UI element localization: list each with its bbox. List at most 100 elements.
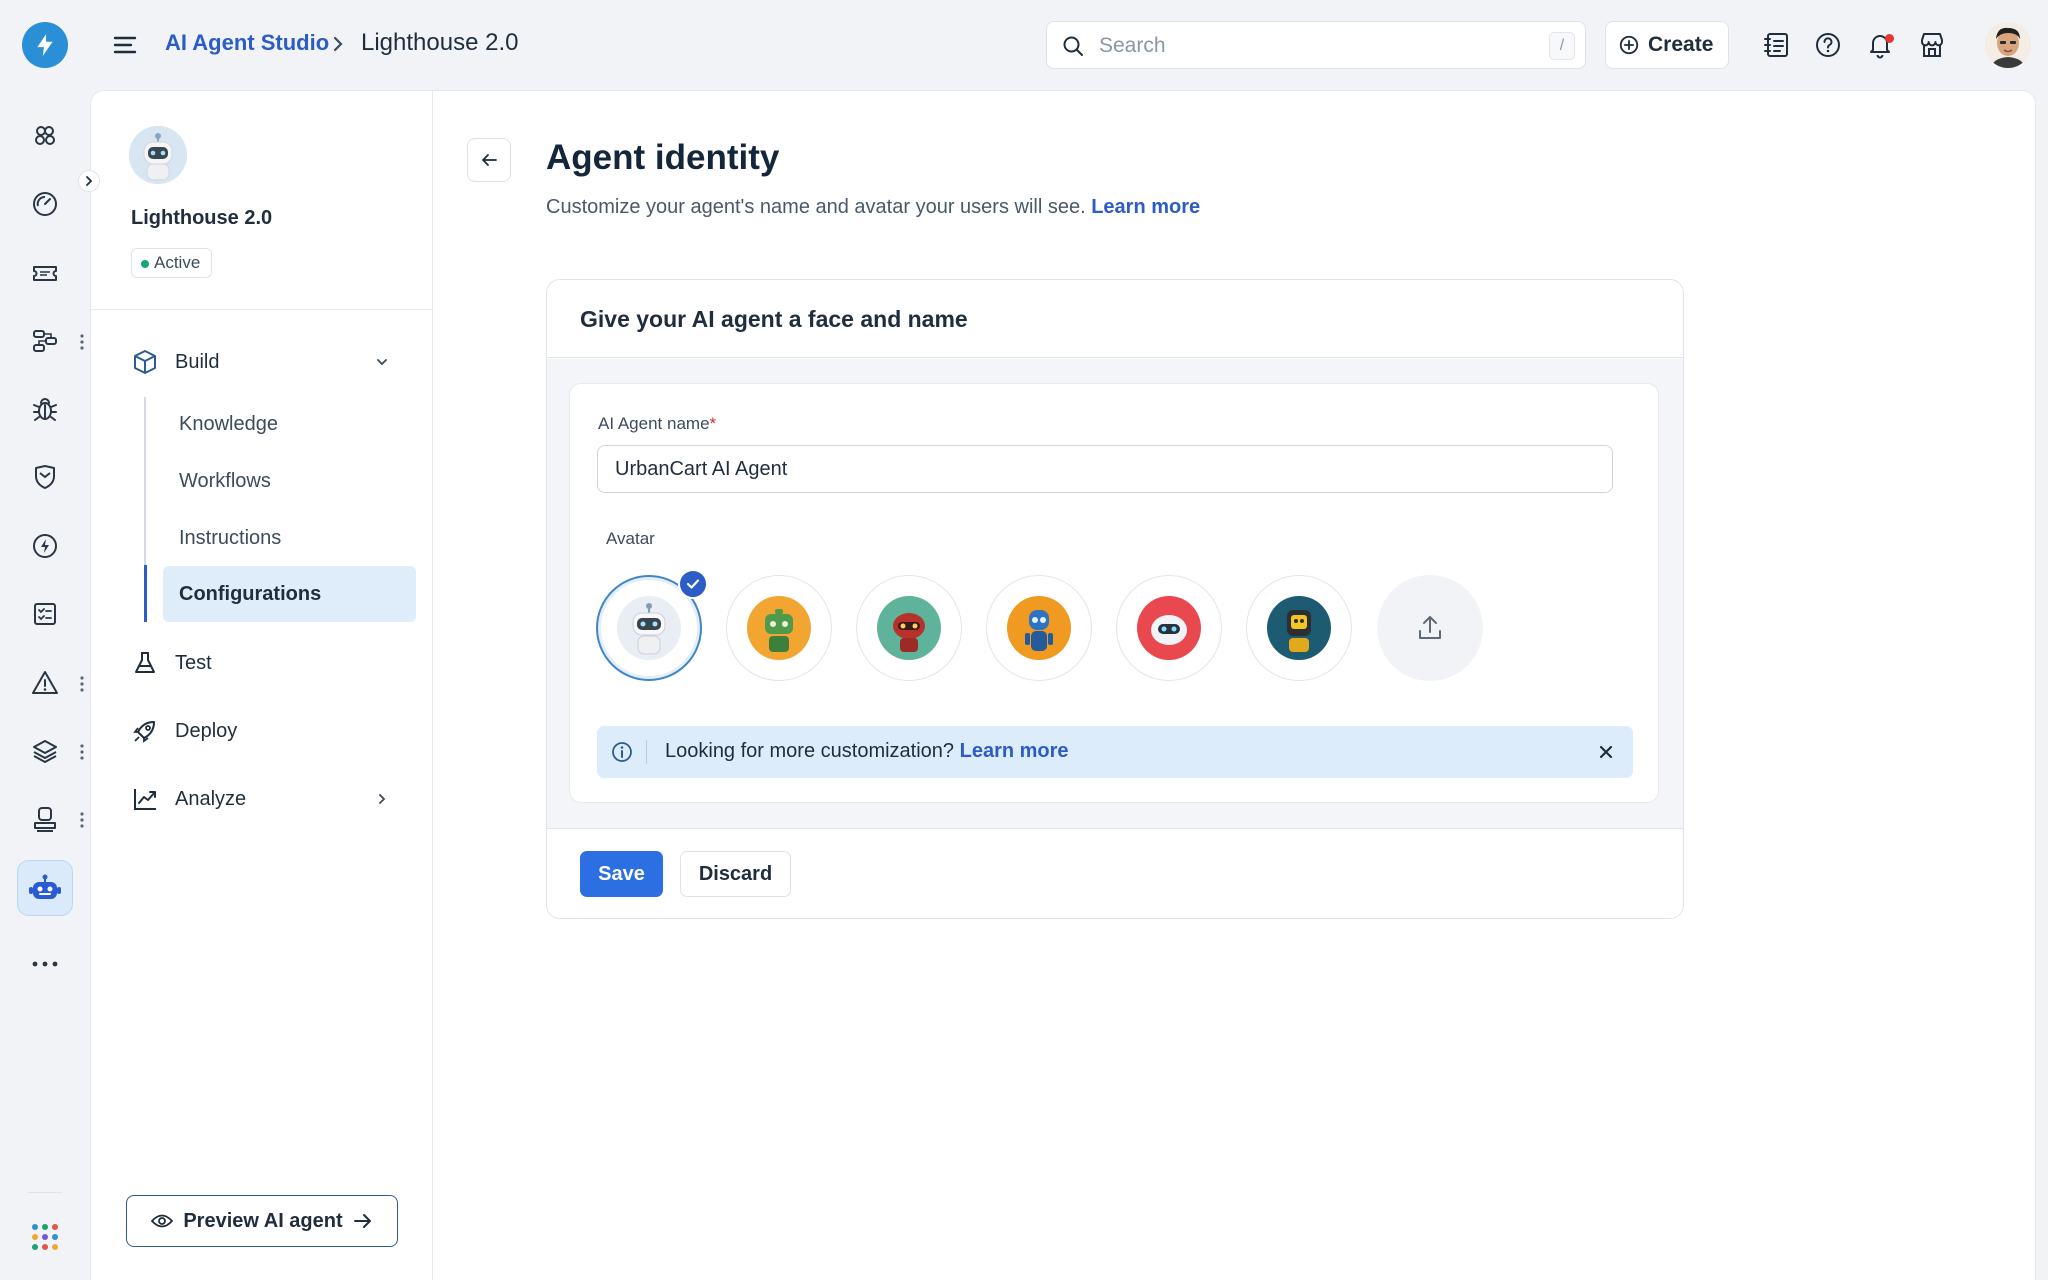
white-robot-icon [617,596,681,660]
more-icon[interactable] [26,945,64,983]
green-robot-icon [747,596,811,660]
search-placeholder: Search [1099,34,1166,57]
create-button[interactable]: Create [1605,21,1729,69]
nav-deploy[interactable]: Deploy [131,711,391,751]
notification-dot [1885,34,1894,43]
back-button[interactable] [467,138,511,182]
agent-name-label: AI Agent name* [598,414,716,434]
learn-more-link[interactable]: Learn more [1091,196,1200,218]
identity-card: Give your AI agent a face and name AI Ag… [546,279,1684,919]
contacts-icon[interactable] [1762,30,1792,60]
avatar-option-yellow-robot[interactable] [1246,575,1352,681]
chevron-down-icon [377,359,387,366]
expand-rail-button[interactable] [78,170,100,192]
active-tree-marker [144,565,147,622]
user-photo-icon [1985,22,2031,68]
close-icon[interactable] [1597,743,1615,761]
arrow-left-icon [482,154,497,166]
dashboard-icon[interactable] [26,185,64,223]
required-mark: * [709,414,717,433]
bot-icon[interactable] [17,860,73,916]
nav-analyze-label: Analyze [175,787,247,810]
billing-icon[interactable] [26,527,64,565]
rail-divider [28,1192,62,1193]
stamp-icon[interactable] [26,800,64,838]
search-icon [1063,36,1083,56]
bolt-icon [37,34,53,56]
user-avatar[interactable] [1985,22,2031,68]
banner-divider [646,740,647,764]
trend-chart-icon [131,785,159,813]
arrow-right-icon [353,1214,371,1228]
more-options-icon[interactable] [80,811,84,829]
bug-icon[interactable] [26,390,64,428]
chevron-right-icon [333,36,343,52]
avatar-option-ghost-robot[interactable] [1116,575,1222,681]
avatar-label: Avatar [606,529,655,548]
cube-icon [131,348,159,376]
page-subtitle-text: Customize your agent's name and avatar y… [546,196,1086,218]
ghost-robot-icon [1137,596,1201,660]
avatar-option-green-robot[interactable] [726,575,832,681]
agent-name: Lighthouse 2.0 [131,207,273,229]
more-options-icon[interactable] [80,675,84,693]
avatar-option-red-robot[interactable] [856,575,962,681]
more-options-icon[interactable] [80,743,84,761]
app-switcher-icon[interactable] [30,1222,60,1252]
identity-form: AI Agent name* Avatar [569,383,1659,803]
selected-check-icon [678,569,708,599]
workflow-icon[interactable] [26,322,64,360]
card-body: AI Agent name* Avatar [547,359,1683,828]
layers-icon[interactable] [26,732,64,770]
search-box[interactable]: Search / [1046,21,1586,69]
tickets-icon[interactable] [26,254,64,292]
agent-avatar [129,126,187,184]
preview-agent-button[interactable]: Preview AI agent [126,1195,398,1247]
alert-icon[interactable] [26,664,64,702]
info-icon [612,742,632,762]
search-shortcut: / [1549,32,1575,60]
shield-icon[interactable] [26,458,64,496]
red-robot-icon [877,596,941,660]
subnav-divider [91,309,432,310]
integrations-icon[interactable] [26,117,64,155]
help-icon[interactable] [1813,30,1843,60]
more-options-icon[interactable] [80,333,84,351]
nav-test-label: Test [175,651,212,674]
agent-name-input[interactable] [597,445,1613,493]
white-robot-icon [129,126,187,184]
tasks-icon[interactable] [26,595,64,633]
blue-robot-icon [1007,596,1071,660]
menu-icon[interactable] [112,32,138,58]
agent-name-label-text: AI Agent name [598,414,710,433]
upload-avatar-button[interactable] [1377,575,1483,681]
flask-icon [131,649,159,677]
info-learn-more-link[interactable]: Learn more [960,740,1069,762]
nav-item-configurations[interactable]: Configurations [163,566,416,622]
yellow-robot-icon [1267,596,1331,660]
discard-button[interactable]: Discard [680,851,791,897]
breadcrumb-root[interactable]: AI Agent Studio [165,30,329,56]
nav-deploy-label: Deploy [175,719,238,742]
nav-item-instructions[interactable]: Instructions [179,510,431,566]
card-title: Give your AI agent a face and name [547,280,1683,358]
breadcrumb-current: Lighthouse 2.0 [361,29,519,56]
nav-build[interactable]: Build [131,342,391,382]
nav-item-workflows[interactable]: Workflows [179,453,431,509]
app-logo[interactable] [22,22,68,68]
top-bar: AI Agent Studio Lighthouse 2.0 Search / … [0,0,2048,90]
avatar-option-blue-robot[interactable] [986,575,1092,681]
upload-icon [1419,616,1441,639]
nav-test[interactable]: Test [131,643,391,683]
rocket-icon [131,717,159,745]
card-footer: Save Discard [547,828,1683,918]
avatar-option-white-robot[interactable] [596,569,708,681]
page-subtitle: Customize your agent's name and avatar y… [546,196,1200,219]
eye-icon [151,1214,174,1228]
store-icon[interactable] [1917,30,1947,60]
preview-agent-label: Preview AI agent [183,1209,343,1232]
nav-item-knowledge[interactable]: Knowledge [179,396,431,452]
save-button[interactable]: Save [580,851,663,897]
nav-analyze[interactable]: Analyze [131,779,391,819]
chevron-right-icon [86,176,93,186]
